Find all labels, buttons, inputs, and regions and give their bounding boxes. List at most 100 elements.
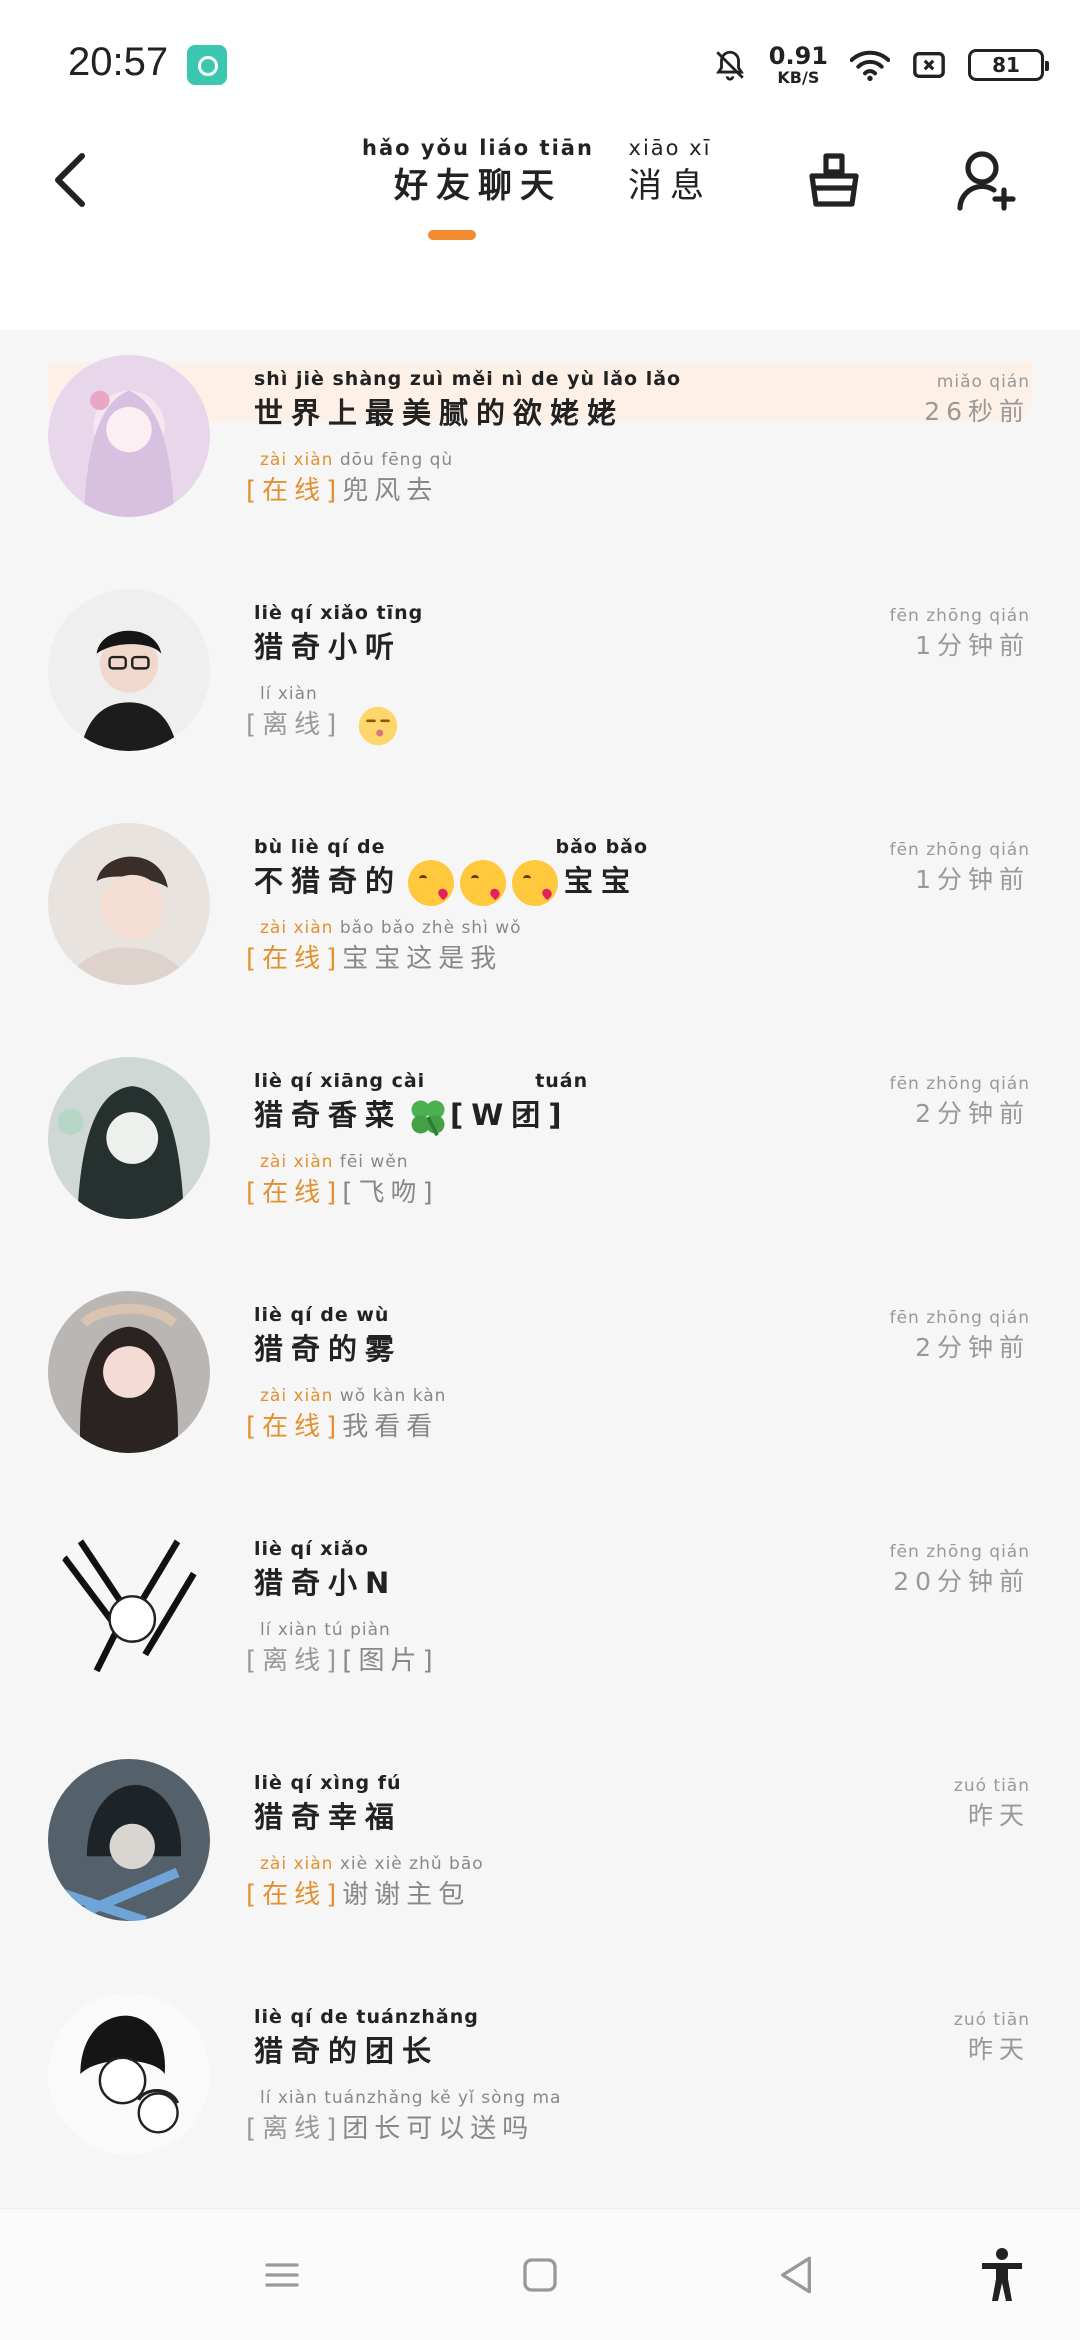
online-status: [在线] bbox=[246, 1880, 343, 1910]
status-pinyin: zài xiàn bbox=[260, 450, 334, 470]
online-status: [在线] bbox=[246, 1412, 343, 1442]
contact-name-suffix: 宝宝 bbox=[564, 864, 639, 898]
avatar[interactable] bbox=[48, 1993, 210, 2155]
triangle-back-icon bbox=[781, 2256, 811, 2294]
system-nav-bar bbox=[0, 2208, 1080, 2340]
home-button[interactable] bbox=[510, 2245, 570, 2305]
chat-row[interactable]: liè qí xiǎo tīng 猎奇小听 lí xiàn [离线] fēn z… bbox=[0, 564, 1080, 798]
broom-icon bbox=[809, 153, 859, 207]
status-bar: 20:57 0.91 KB/S 81 bbox=[0, 0, 1080, 130]
time-pinyin: zuó tiān bbox=[953, 2010, 1030, 2030]
online-status: [在线] bbox=[246, 476, 343, 506]
chat-row[interactable]: liè qí xiāng cài tuán 猎奇香菜 [W团] zài xiàn f… bbox=[0, 1032, 1080, 1266]
message-time: 2分钟前 bbox=[915, 1099, 1030, 1128]
add-friend-button[interactable] bbox=[944, 138, 1028, 222]
avatar[interactable] bbox=[48, 823, 210, 985]
last-message: [图片] bbox=[342, 1646, 439, 1676]
message-pinyin: dōu fēng qù bbox=[339, 450, 454, 470]
message-time: 1分钟前 bbox=[915, 865, 1030, 894]
avatar[interactable] bbox=[48, 1057, 210, 1219]
contact-name: 猎奇小听 bbox=[254, 630, 403, 664]
kiss-emoji-icon bbox=[408, 860, 455, 906]
tab-messages[interactable]: xiāo xī 消息 bbox=[628, 136, 712, 207]
avatar-image bbox=[48, 1057, 210, 1219]
avatar-image bbox=[48, 823, 210, 985]
last-message: 我看看 bbox=[342, 1412, 439, 1442]
chat-row[interactable]: bù liè qí de bǎo bǎo 不猎奇的 宝宝 zài xiàn bǎo … bbox=[0, 798, 1080, 1032]
avatar-image bbox=[48, 1759, 210, 1921]
back-nav-button[interactable] bbox=[766, 2245, 826, 2305]
accessibility-icon bbox=[982, 2248, 1022, 2301]
status-pinyin: lí xiàn bbox=[260, 684, 318, 704]
message-time: 昨天 bbox=[967, 2035, 1030, 2064]
bell-muted-icon bbox=[715, 50, 744, 81]
avatar-image bbox=[48, 1525, 210, 1687]
message-pinyin: tuánzhǎng kě yǐ sòng ma bbox=[324, 2088, 562, 2108]
name-suffix-pinyin: tuán bbox=[535, 1070, 589, 1092]
last-message: 宝宝这是我 bbox=[342, 944, 503, 974]
chat-row[interactable]: liè qí xìng fú 猎奇幸福 zài xiàn xiè xiè zhǔ… bbox=[0, 1734, 1080, 1968]
tab-label: 消息 bbox=[628, 166, 712, 206]
chat-row[interactable]: liè qí de tuánzhǎng 猎奇的团长 lí xiàn tuánzh… bbox=[0, 1968, 1080, 2202]
last-message: 谢谢主包 bbox=[342, 1880, 471, 1910]
contact-name: 不猎奇的 bbox=[254, 864, 403, 898]
avatar[interactable] bbox=[48, 1759, 210, 1921]
message-pinyin: fēi wěn bbox=[339, 1152, 409, 1172]
contact-name: 猎奇小N bbox=[254, 1566, 398, 1600]
menu-icon bbox=[265, 2263, 299, 2287]
name-pinyin: shì jiè shàng zuì měi nì de yù lǎo lǎo bbox=[254, 368, 682, 390]
avatar[interactable] bbox=[48, 589, 210, 751]
back-button[interactable] bbox=[50, 140, 110, 220]
chevron-left-icon bbox=[55, 153, 85, 207]
kiss-emoji-group bbox=[408, 860, 559, 906]
home-square-icon bbox=[523, 2258, 557, 2292]
message-time: 1分钟前 bbox=[915, 631, 1030, 660]
name-pinyin: liè qí de tuánzhǎng bbox=[254, 2006, 479, 2028]
message-time: 2分钟前 bbox=[915, 1333, 1030, 1362]
tab-pinyin: xiāo xī bbox=[628, 136, 712, 160]
message-pinyin: tú piàn bbox=[324, 1620, 391, 1640]
kiss-emoji-icon bbox=[358, 706, 397, 745]
clover-icon bbox=[411, 1100, 445, 1137]
last-message: 兜风去 bbox=[342, 476, 439, 506]
avatar-image bbox=[48, 589, 210, 751]
contact-name: 猎奇幸福 bbox=[254, 1800, 403, 1834]
status-pinyin: zài xiàn bbox=[260, 1152, 334, 1172]
avatar[interactable] bbox=[48, 1525, 210, 1687]
name-pinyin: liè qí xiǎo bbox=[254, 1538, 369, 1560]
name-pinyin: liè qí xiāng cài bbox=[254, 1070, 426, 1092]
avatar[interactable] bbox=[48, 355, 210, 517]
chat-row[interactable]: liè qí xiǎo 猎奇小N lí xiàn tú piàn [离线][图片… bbox=[0, 1500, 1080, 1734]
status-indicators: 0.91 KB/S 81 bbox=[713, 40, 1049, 90]
last-message: 团长可以送吗 bbox=[342, 2114, 535, 2144]
contact-name: 猎奇的雾 bbox=[254, 1332, 403, 1366]
time-pinyin: fēn zhōng qián bbox=[889, 840, 1030, 860]
avatar[interactable] bbox=[48, 1291, 210, 1453]
accessibility-button[interactable] bbox=[972, 2245, 1032, 2305]
offline-status: [离线] bbox=[246, 710, 343, 740]
contact-name: 猎奇的团长 bbox=[254, 2034, 440, 2068]
status-pinyin: zài xiàn bbox=[260, 1386, 334, 1406]
time-pinyin: fēn zhōng qián bbox=[889, 1074, 1030, 1094]
network-speed: 0.91 KB/S bbox=[769, 44, 828, 86]
battery-indicator: 81 bbox=[968, 49, 1049, 81]
time-pinyin: fēn zhōng qián bbox=[889, 1542, 1030, 1562]
wifi-icon bbox=[850, 50, 890, 81]
recent-apps-button[interactable] bbox=[252, 2245, 312, 2305]
status-pinyin: lí xiàn bbox=[260, 2088, 318, 2108]
last-message: [飞吻] bbox=[342, 1178, 439, 1208]
status-pinyin: lí xiàn bbox=[260, 1620, 318, 1640]
chat-row[interactable]: liè qí de wù 猎奇的雾 zài xiàn wǒ kàn kàn [在… bbox=[0, 1266, 1080, 1500]
kiss-emoji-icon bbox=[460, 860, 507, 906]
message-pinyin: wǒ kàn kàn bbox=[339, 1386, 447, 1406]
name-pinyin: bù liè qí de bbox=[254, 836, 386, 858]
status-pinyin: zài xiàn bbox=[260, 918, 334, 938]
message-time: 昨天 bbox=[967, 1801, 1030, 1830]
chat-row[interactable]: shì jiè shàng zuì měi nì de yù lǎo lǎo 世… bbox=[0, 330, 1080, 564]
time-pinyin: fēn zhōng qián bbox=[889, 606, 1030, 626]
tab-friend-chat[interactable]: hǎo yǒu liáo tiān 好友聊天 bbox=[362, 136, 594, 207]
clear-messages-button[interactable] bbox=[792, 138, 876, 222]
avatar-image bbox=[48, 1291, 210, 1453]
message-pinyin: xiè xiè zhǔ bāo bbox=[339, 1854, 484, 1874]
contact-name: 猎奇香菜 bbox=[254, 1098, 403, 1132]
